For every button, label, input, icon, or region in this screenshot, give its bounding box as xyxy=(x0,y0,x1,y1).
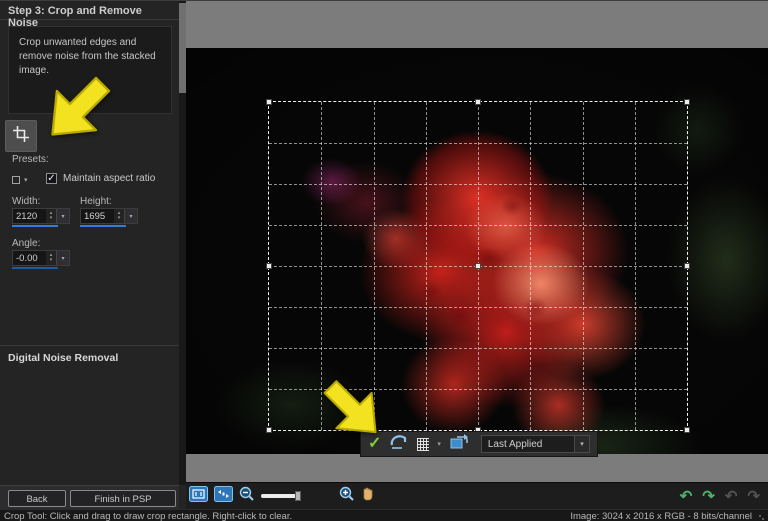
crop-grid-line xyxy=(269,143,687,144)
height-label: Height: xyxy=(80,196,112,207)
crop-handle-e[interactable] xyxy=(684,263,690,269)
grid-options-dropdown[interactable]: ▾ xyxy=(437,440,441,448)
panel-scrollbar-thumb[interactable] xyxy=(179,3,186,93)
crop-handle-se[interactable] xyxy=(684,427,690,433)
zoom-out-icon[interactable] xyxy=(239,486,255,507)
callout-arrow-crop-tool xyxy=(51,76,111,136)
redo-button[interactable]: ↷ xyxy=(702,489,715,504)
width-spinner[interactable]: ▴ ▾ xyxy=(46,209,56,223)
crop-handle-sw[interactable] xyxy=(266,427,272,433)
callout-arrow-apply xyxy=(323,380,377,434)
maintain-aspect-checkbox[interactable]: ✓ xyxy=(46,173,57,184)
step-title: Step 3: Crop and Remove Noise xyxy=(0,2,179,29)
presets-label: Presets: xyxy=(12,154,49,165)
width-value[interactable]: 2120 xyxy=(13,209,46,223)
angle-label: Angle: xyxy=(12,238,41,249)
zoom-slider-thumb[interactable] xyxy=(295,491,301,501)
crop-handle-nw[interactable] xyxy=(266,99,272,105)
crop-handle-w[interactable] xyxy=(266,263,272,269)
crop-grid-line xyxy=(269,307,687,308)
angle-accent-bar xyxy=(12,267,58,269)
height-value[interactable]: 1695 xyxy=(81,209,114,223)
spinner-down-icon[interactable]: ▾ xyxy=(50,258,53,263)
noise-removal-section-header[interactable]: Digital Noise Removal xyxy=(8,352,118,364)
crop-handle-n[interactable] xyxy=(475,99,481,105)
back-button[interactable]: Back xyxy=(8,490,66,507)
resize-grip-icon[interactable] xyxy=(758,514,765,521)
grid-overlay-button[interactable] xyxy=(417,437,430,451)
fit-image-icon[interactable] xyxy=(214,485,233,507)
image-canvas[interactable]: ✓ ▾ Last Applied ▾ ↶ ↷ ↶ ↷ xyxy=(186,1,768,509)
status-bar: Crop Tool: Click and drag to draw crop r… xyxy=(0,509,768,521)
height-accent-bar xyxy=(80,225,126,227)
check-icon: ✓ xyxy=(47,173,56,184)
crop-icon xyxy=(12,125,30,148)
actual-size-icon[interactable] xyxy=(189,485,208,507)
width-field[interactable]: 2120 ▴ ▾ ▾ xyxy=(12,208,70,224)
angle-field[interactable]: -0.00 ▴ ▾ ▾ xyxy=(12,250,70,266)
view-toolbar: ↶ ↷ ↶ ↷ xyxy=(186,482,768,509)
history-controls: ↶ ↷ ↶ ↷ xyxy=(680,483,760,510)
image-info-text: Image: 3024 x 2016 x RGB - 8 bits/channe… xyxy=(570,511,752,521)
width-label: Width: xyxy=(12,196,41,207)
crop-presets-dropdown[interactable]: ▾ xyxy=(12,172,40,188)
crop-grid-line xyxy=(269,184,687,185)
undo-button[interactable]: ↶ xyxy=(680,489,693,504)
section-divider xyxy=(0,345,179,346)
angle-slider-button[interactable]: ▾ xyxy=(56,251,69,265)
crop-pivot-handle[interactable] xyxy=(475,263,481,269)
crop-preset-value: Last Applied xyxy=(487,438,543,450)
height-field[interactable]: 1695 ▴ ▾ ▾ xyxy=(80,208,138,224)
chevron-down-icon: ▾ xyxy=(61,213,65,220)
crop-handle-ne[interactable] xyxy=(684,99,690,105)
finish-in-psp-button[interactable]: Finish in PSP xyxy=(70,490,176,507)
rotate-right-button-disabled: ↷ xyxy=(747,488,760,505)
width-slider-button[interactable]: ▾ xyxy=(56,209,69,223)
zoom-slider[interactable] xyxy=(261,491,307,501)
clear-crop-button[interactable] xyxy=(389,434,409,455)
angle-value[interactable]: -0.00 xyxy=(13,251,46,265)
rotate-crop-button[interactable] xyxy=(449,433,469,455)
pan-hand-icon[interactable] xyxy=(361,486,375,506)
chevron-down-icon: ▾ xyxy=(61,255,65,262)
zoom-controls xyxy=(186,485,375,507)
app-window: Step 3: Crop and Remove Noise Crop unwan… xyxy=(0,0,768,521)
panel-scrollbar[interactable] xyxy=(179,1,186,485)
crop-preset-select[interactable]: Last Applied ▾ xyxy=(480,435,590,453)
angle-spinner[interactable]: ▴ ▾ xyxy=(46,251,56,265)
chevron-down-icon: ▾ xyxy=(129,213,133,220)
zoom-in-icon[interactable] xyxy=(339,486,355,507)
panel-button-bar: Back Finish in PSP xyxy=(0,485,179,509)
height-slider-button[interactable]: ▾ xyxy=(124,209,137,223)
crop-tool-button[interactable] xyxy=(5,120,37,152)
rotate-left-button-disabled: ↶ xyxy=(724,488,738,505)
crop-grid-line xyxy=(269,348,687,349)
chevron-down-icon: ▾ xyxy=(24,177,28,184)
crop-preset-icon xyxy=(12,176,20,184)
maintain-aspect-label: Maintain aspect ratio xyxy=(63,173,156,184)
chevron-down-icon: ▾ xyxy=(574,436,589,452)
spinner-down-icon[interactable]: ▾ xyxy=(118,216,121,221)
crop-floating-toolbar: ✓ ▾ Last Applied ▾ xyxy=(360,431,598,457)
crop-grid-line xyxy=(269,225,687,226)
width-accent-bar xyxy=(12,225,58,227)
step-panel: Step 3: Crop and Remove Noise Crop unwan… xyxy=(0,1,186,509)
height-spinner[interactable]: ▴ ▾ xyxy=(114,209,124,223)
tool-hint-text: Crop Tool: Click and drag to draw crop r… xyxy=(4,511,293,521)
spinner-down-icon[interactable]: ▾ xyxy=(50,216,53,221)
